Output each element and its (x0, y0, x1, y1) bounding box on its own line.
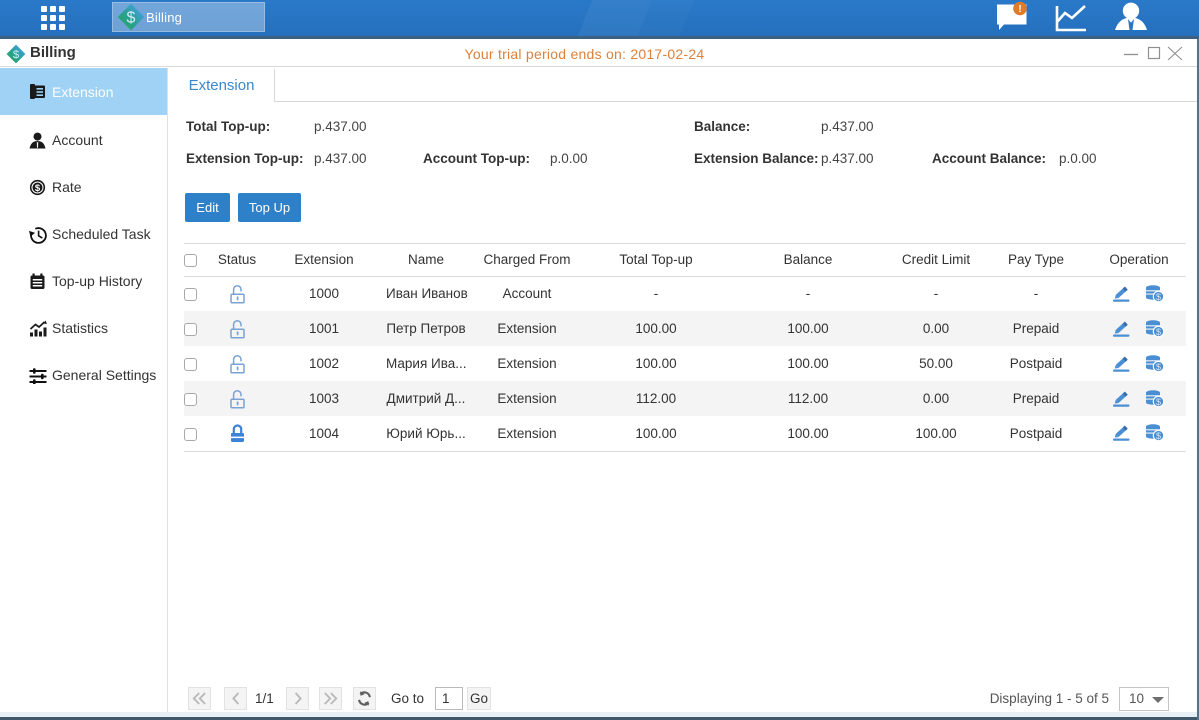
svg-text:$: $ (1156, 431, 1161, 441)
svg-text:$: $ (1156, 362, 1161, 372)
svg-text:$: $ (127, 10, 136, 27)
svg-text:$: $ (1156, 292, 1161, 302)
svg-text:$: $ (1156, 397, 1161, 407)
svg-text:$: $ (35, 183, 41, 194)
svg-text:$: $ (1156, 327, 1161, 337)
svg-text:!: ! (1018, 4, 1021, 15)
